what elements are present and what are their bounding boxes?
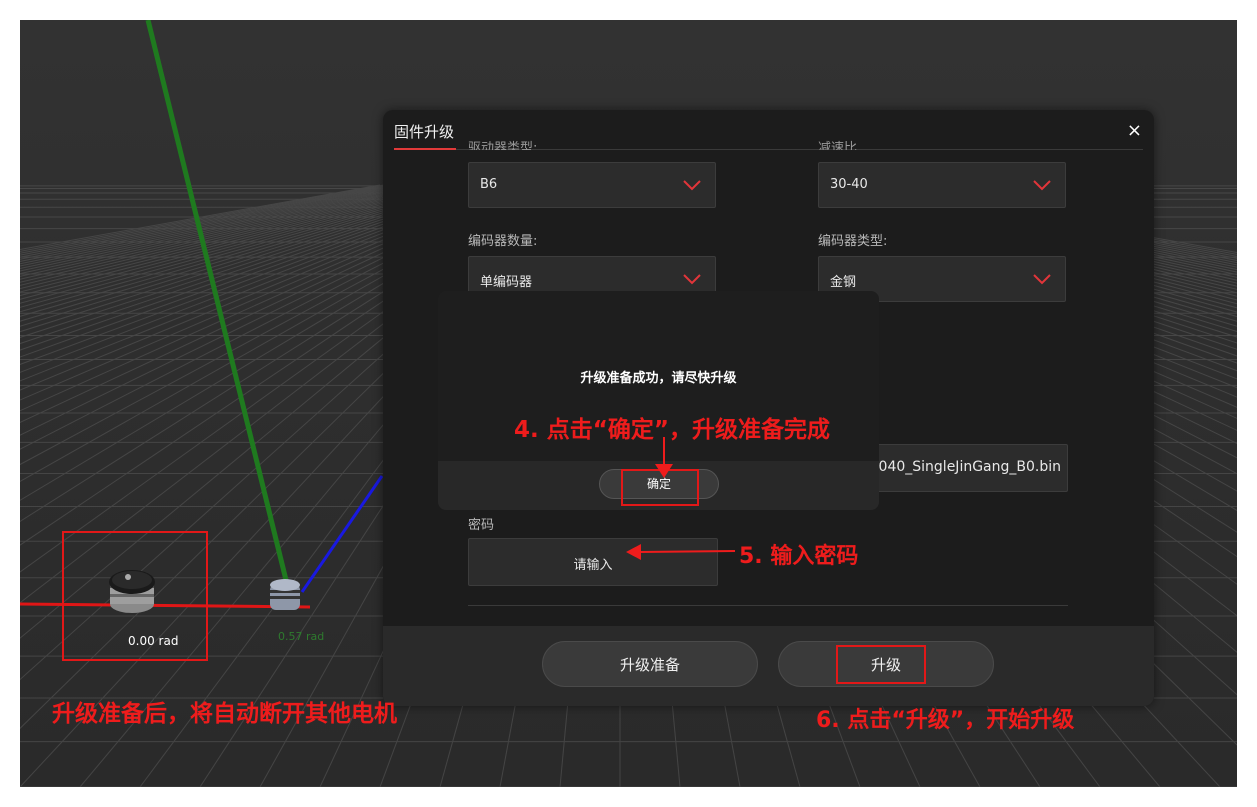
upgrade-highlight-box [836, 645, 926, 684]
driver-type-select[interactable]: B6 [468, 162, 716, 208]
z-axis-line [300, 475, 384, 593]
dialog-title: 固件升级 [394, 123, 455, 141]
close-icon[interactable]: × [1127, 120, 1142, 141]
header-divider [456, 149, 1143, 150]
password-placeholder: 请输入 [573, 558, 613, 573]
driver-type-label: 驱动器类型: [468, 141, 538, 150]
step6-annotation: 6. 点击“升级”，开始升级 [816, 708, 1075, 733]
encoder-type-label: 编码器类型: [818, 234, 888, 249]
ratio-select[interactable]: 30-40 [818, 162, 1066, 208]
dialog-footer: 升级准备 升级 [383, 626, 1154, 706]
motor-2-model[interactable] [266, 576, 306, 618]
step5-annotation: 5. 输入密码 [739, 544, 859, 569]
password-input[interactable]: 请输入 [468, 538, 718, 586]
firmware-file-value: 3040_SingleJinGang_B0.bin [869, 459, 1061, 475]
y-axis-line [145, 20, 289, 581]
prepare-upgrade-button[interactable]: 升级准备 [542, 641, 758, 687]
title-tab-underline [394, 148, 456, 150]
encoder-count-label: 编码器数量: [468, 234, 538, 249]
disconnect-note-annotation: 升级准备后，将自动断开其他电机 [52, 701, 397, 727]
ratio-label: 减速比 [818, 141, 858, 150]
encoder-type-value: 金钢 [830, 275, 857, 290]
motor-2-label: 0.57 rad [278, 630, 325, 643]
popup-message: 升级准备成功，请尽快升级 [580, 371, 737, 386]
chevron-down-icon [683, 180, 701, 191]
confirm-highlight-box [621, 469, 699, 506]
driver-type-value: B6 [480, 177, 498, 192]
motor-highlight-box [62, 531, 208, 661]
step4-annotation: 4. 点击“确定”，升级准备完成 [514, 417, 830, 443]
chevron-down-icon [1033, 180, 1051, 191]
password-label: 密码 [468, 518, 495, 533]
chevron-down-icon [683, 274, 701, 285]
encoder-count-value: 单编码器 [480, 275, 533, 290]
chevron-down-icon [1033, 274, 1051, 285]
ratio-value: 30-40 [830, 177, 868, 192]
content-divider [468, 605, 1068, 606]
